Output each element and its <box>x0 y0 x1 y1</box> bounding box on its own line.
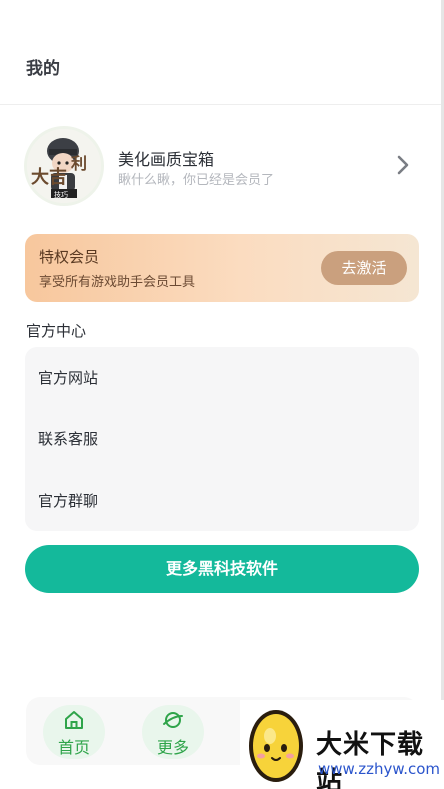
official-section-title: 官方中心 <box>26 322 87 340</box>
profile-subtitle: 瞅什么瞅，你已经是会员了 <box>118 173 275 188</box>
svg-text:技巧: 技巧 <box>54 190 68 199</box>
profile-card[interactable]: 大吉 利 技巧 美化画质宝箱 瞅什么瞅，你已经是会员了 <box>24 126 416 208</box>
chevron-right-icon[interactable] <box>392 154 414 176</box>
avatar-image: 大吉 利 技巧 <box>27 129 101 203</box>
vip-subtitle: 享受所有游戏助手会员工具 <box>39 275 196 290</box>
tab-more-label: 更多 <box>156 738 189 757</box>
watermark-text: 大米下载站 <box>316 730 425 789</box>
avatar[interactable]: 大吉 利 技巧 <box>24 126 104 206</box>
svg-text:大吉: 大吉 <box>31 166 67 188</box>
activate-button[interactable]: 去激活 <box>321 251 407 285</box>
tab-more[interactable]: 更多 <box>142 705 204 759</box>
watermark-url: www.zzhyw.com <box>318 760 441 778</box>
profile-name: 美化画质宝箱 <box>118 150 215 169</box>
more-software-button[interactable]: 更多黑科技软件 <box>25 545 419 593</box>
official-website-item[interactable]: 官方网站 <box>38 367 98 391</box>
vip-banner[interactable]: 特权会员 享受所有游戏助手会员工具 去激活 <box>25 234 419 302</box>
official-group-item[interactable]: 官方群聊 <box>38 490 98 514</box>
page-title: 我的 <box>26 59 60 79</box>
official-card: 官方网站 联系客服 官方群聊 <box>25 347 419 531</box>
watermark-logo: 大米下载站 www.zzhyw.com <box>240 700 444 789</box>
planet-icon <box>163 712 183 728</box>
contact-support-item[interactable]: 联系客服 <box>38 428 98 452</box>
vip-title: 特权会员 <box>39 248 100 266</box>
svg-text:利: 利 <box>71 154 87 173</box>
tab-home-label: 首页 <box>57 738 90 757</box>
home-icon <box>65 711 83 729</box>
tab-home[interactable]: 首页 <box>43 705 105 759</box>
header: 我的 <box>0 0 441 105</box>
rice-mascot-icon <box>249 710 303 782</box>
